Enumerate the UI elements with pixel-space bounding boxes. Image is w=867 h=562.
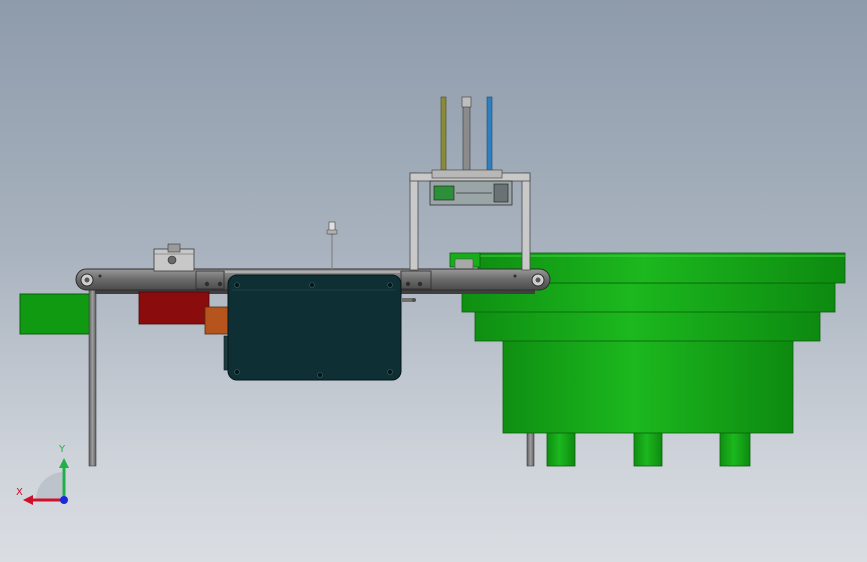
sensor-bracket-left (153, 243, 195, 272)
drive-motor-housing (223, 274, 416, 381)
triad-y-label: Y (59, 444, 66, 455)
orange-coupling-block (204, 306, 231, 335)
pick-and-place-gantry (409, 96, 531, 271)
sensor-standoff (326, 221, 338, 270)
coordinate-triad (23, 458, 69, 505)
left-green-block (19, 293, 91, 335)
cad-viewport[interactable]: X Y (0, 0, 867, 562)
triad-x-label: X (16, 487, 23, 498)
red-guard-block (138, 291, 210, 325)
machine-assembly-side-view (19, 96, 846, 505)
left-support-leg (88, 287, 97, 467)
